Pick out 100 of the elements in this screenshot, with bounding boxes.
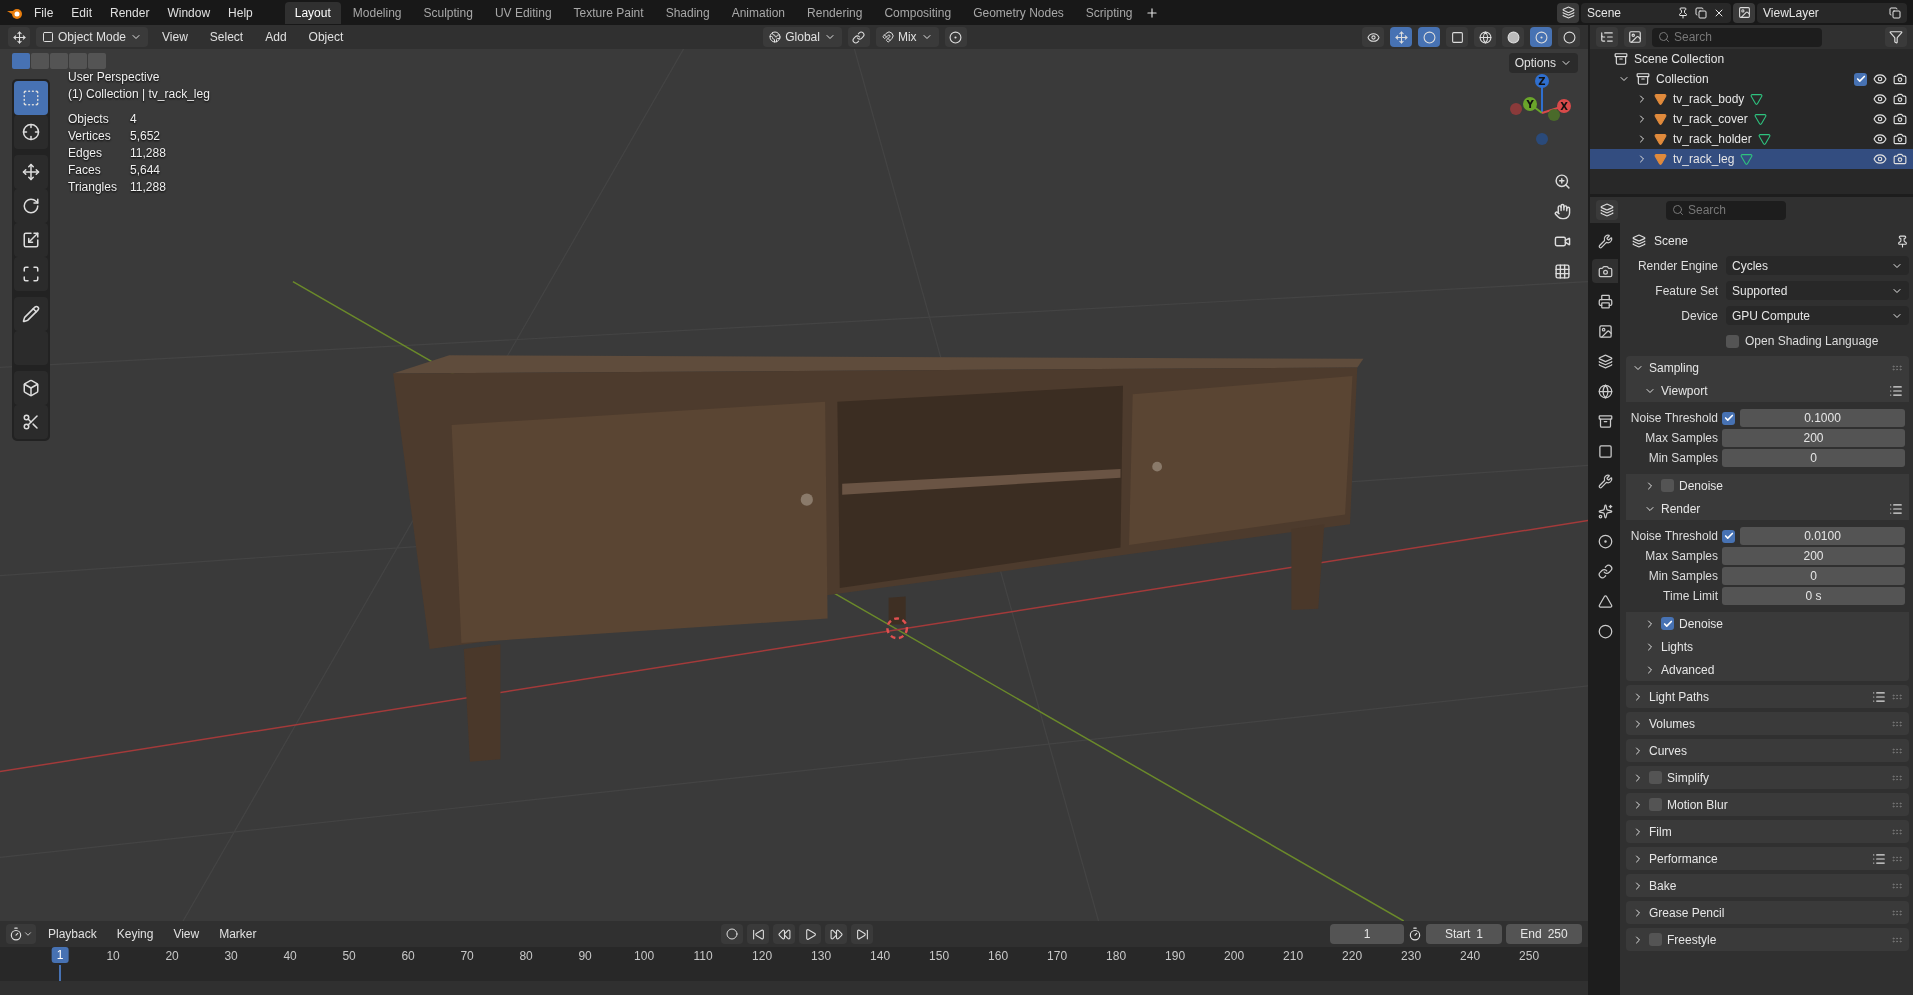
panel-header[interactable]: Simplify [1626,766,1909,789]
view-layer-button[interactable] [1733,2,1755,23]
editor-type-button[interactable] [6,924,36,944]
checkbox[interactable] [1649,798,1662,811]
wireframe-button[interactable] [1474,27,1496,47]
visibility-icon[interactable] [1873,92,1887,106]
menu-item[interactable]: Help [220,2,261,23]
editor-type-button[interactable] [1596,200,1618,220]
pin-icon[interactable] [1896,234,1909,248]
next-key-button[interactable] [825,924,848,944]
menu-item[interactable]: Edit [63,2,101,23]
tool-button[interactable] [14,371,48,405]
render-icon[interactable] [1893,112,1907,126]
checkbox[interactable] [1854,72,1867,86]
dropdown[interactable]: GPU Compute [1726,306,1909,325]
panel-header[interactable]: Film [1626,820,1909,843]
jump-end-button[interactable] [851,924,874,944]
menu-item[interactable]: Object [300,27,352,47]
panel-header[interactable]: Lights [1626,635,1909,658]
render-icon[interactable] [1893,132,1907,146]
checkbox[interactable] [1649,771,1662,784]
tool-button[interactable] [14,155,48,189]
solid-button[interactable] [1502,27,1524,47]
panel-header[interactable]: Advanced [1626,658,1909,681]
panel-header[interactable]: Denoise [1626,474,1909,497]
properties-tab[interactable] [1592,259,1618,283]
render-icon[interactable] [1893,92,1907,106]
view-layer-selector[interactable]: ViewLayer [1757,2,1907,23]
menu-item[interactable]: Window [159,2,219,23]
pivot-button[interactable] [847,27,870,47]
number-field[interactable]: 0 s [1722,587,1905,605]
render-icon[interactable] [1893,72,1907,86]
xray-button[interactable] [1446,27,1468,47]
presets-icon[interactable] [1872,851,1886,866]
checkbox[interactable] [1649,933,1662,946]
number-field[interactable]: 200 [1722,547,1905,565]
panel-header[interactable]: Motion Blur [1626,793,1909,816]
rendered-button[interactable] [1558,27,1580,47]
current-frame-field[interactable]: 1 [1330,924,1404,944]
visibility-icon[interactable] [1873,72,1887,86]
menu-item[interactable]: View [165,924,208,944]
playhead[interactable]: 1 [51,947,69,963]
mode-dropdown[interactable]: Object Mode [36,27,149,47]
checkbox[interactable] [1661,617,1674,630]
material-button[interactable] [1530,27,1552,47]
presets-icon[interactable] [1889,501,1903,516]
menu-item[interactable]: View [154,27,196,47]
search-field[interactable]: Search [1666,200,1786,220]
panel-header[interactable]: Viewport [1626,379,1909,402]
checkbox[interactable] [1722,529,1735,543]
end-frame-field[interactable]: End 250 [1506,924,1582,944]
workspace-tab[interactable]: Scripting [1075,1,1143,24]
number-field[interactable]: 200 [1722,429,1905,447]
dropdown[interactable]: Supported [1726,281,1909,300]
search-field[interactable]: Search [1652,27,1822,47]
workspace-tab[interactable]: UV Editing [484,1,562,24]
panel-header[interactable]: Freestyle [1626,928,1909,951]
display-mode-button[interactable] [1596,27,1618,47]
tree-item[interactable]: Collection [1656,72,1709,86]
view-layer-button[interactable] [1624,27,1646,47]
panel-header[interactable]: Volumes [1626,712,1909,735]
overlay-button[interactable] [1418,27,1440,47]
workspace-tab[interactable]: Geometry Nodes [963,1,1074,24]
tool-button[interactable] [14,297,48,331]
presets-icon[interactable] [1872,689,1886,704]
tool-button[interactable] [14,257,48,291]
number-field[interactable]: 0.0100 [1740,527,1905,545]
menu-item[interactable]: Add [257,27,295,47]
panel-header[interactable]: Light Paths [1626,685,1909,708]
proportional-button[interactable] [944,27,967,47]
editor-type-button[interactable] [8,27,30,47]
workspace-tab[interactable]: Texture Paint [563,1,654,24]
number-field[interactable]: 0.1000 [1740,409,1905,427]
tree-item[interactable]: tv_rack_cover [1590,109,1913,129]
jump-start-button[interactable] [747,924,770,944]
panel-header[interactable]: Performance [1626,847,1909,870]
tree-item[interactable]: Scene Collection [1634,52,1725,66]
workspace-tab[interactable]: Animation [721,1,796,24]
checkbox[interactable] [1722,411,1735,425]
menu-item[interactable]: Keying [108,924,162,944]
panel-header[interactable]: Render [1626,497,1909,520]
tool-button[interactable] [14,405,48,439]
workspace-tab[interactable]: Sculpting [413,1,483,24]
workspace-tab[interactable]: Modeling [342,1,412,24]
number-field[interactable]: 0 [1722,567,1905,585]
visibility-icon[interactable] [1873,152,1887,166]
workspace-tab[interactable]: Rendering [797,1,873,24]
menu-item[interactable]: Playback [40,924,105,944]
panel-header[interactable]: Curves [1626,739,1909,762]
tree-item[interactable]: tv_rack_leg [1590,149,1913,169]
visibility-icon[interactable] [1873,112,1887,126]
start-frame-field[interactable]: Start 1 [1426,924,1502,944]
filter-button[interactable] [1885,27,1907,47]
menu-item[interactable]: Render [102,2,158,23]
menu-item[interactable]: Marker [211,924,265,944]
panel-header[interactable]: Grease Pencil [1626,901,1909,924]
record-button[interactable] [721,924,744,944]
visibility-icon[interactable] [1873,132,1887,146]
scene-selector[interactable]: Scene [1581,2,1731,23]
dropdown[interactable]: Cycles [1726,256,1909,275]
